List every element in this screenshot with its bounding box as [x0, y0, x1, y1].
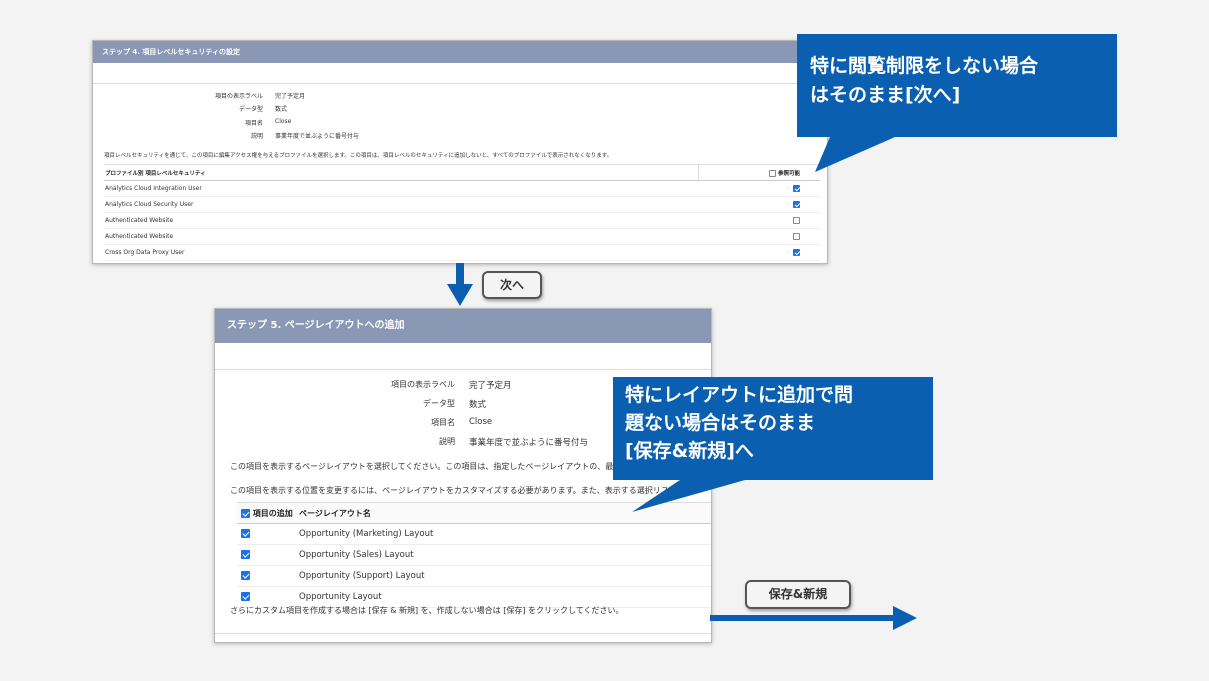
- callout-line: [保存&新規]へ: [625, 440, 754, 462]
- callout2-tail: [632, 480, 745, 512]
- save-and-new-button[interactable]: 保存&新規: [745, 580, 851, 609]
- next-button[interactable]: 次へ: [482, 271, 542, 299]
- callout1-tail: [815, 137, 895, 172]
- callout-line: 題ない場合はそのまま: [625, 412, 816, 434]
- right-arrow-head: [893, 606, 917, 630]
- callout-no-restriction: 特に閲覧制限をしない場合 はそのまま[次へ]: [797, 34, 1117, 137]
- callout-layout: 特にレイアウトに追加で問 題ない場合はそのまま [保存&新規]へ: [613, 377, 933, 480]
- down-arrow-head: [447, 284, 473, 306]
- down-arrow-shaft: [456, 263, 464, 285]
- callout-line: はそのまま[次へ]: [810, 84, 961, 106]
- callout-line: 特にレイアウトに追加で問: [625, 384, 854, 406]
- right-arrow-shaft: [710, 615, 896, 621]
- callout-line: 特に閲覧制限をしない場合: [810, 55, 1039, 77]
